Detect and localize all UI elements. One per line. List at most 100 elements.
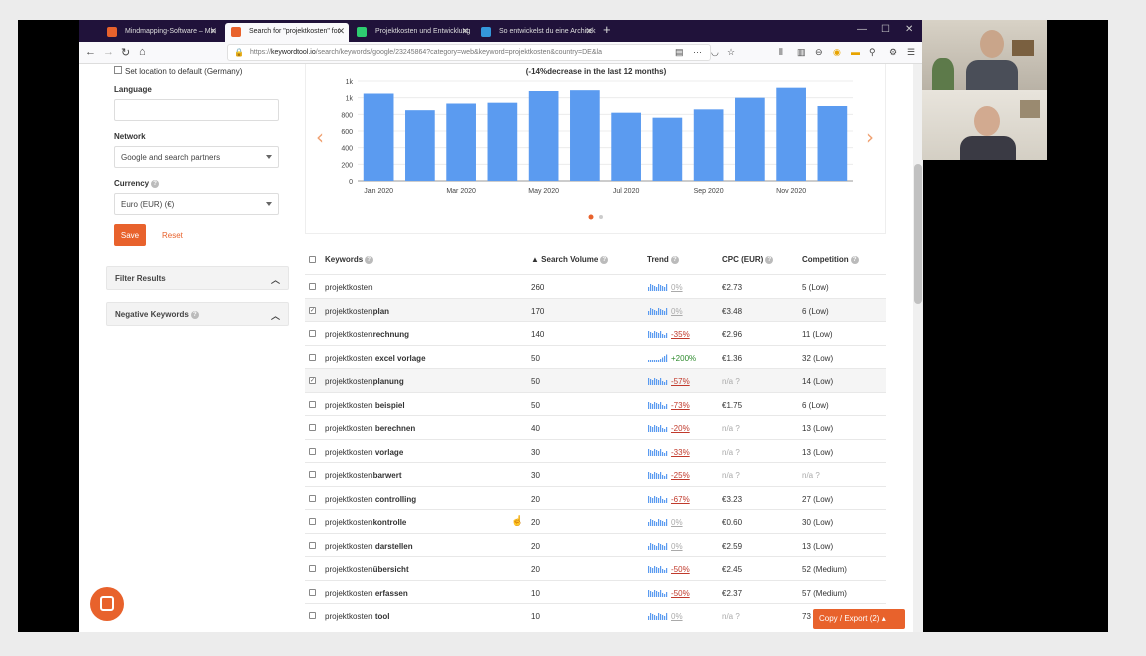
- table-row[interactable]: ✓ projektkostenplan 170 0% €3.48 6 (Low): [305, 297, 886, 321]
- sparkline-bar: [664, 593, 666, 597]
- row-checkbox[interactable]: [309, 541, 316, 549]
- tab-projektkosten[interactable]: Projektkosten und Entwicklung ✕: [351, 23, 473, 42]
- select-all-checkbox[interactable]: [309, 256, 316, 263]
- table-row[interactable]: projektkosten erfassen 10 -50% €2.37 57 (Med…: [305, 579, 886, 604]
- currency-select[interactable]: Euro (EUR) (€): [114, 193, 279, 215]
- sidebar-icon[interactable]: ▥: [797, 47, 806, 58]
- language-input[interactable]: [114, 99, 279, 121]
- reload-icon[interactable]: ↻: [121, 46, 130, 59]
- row-checkbox[interactable]: [309, 353, 316, 361]
- extensions-icon[interactable]: ⚙: [889, 47, 897, 58]
- row-checkbox[interactable]: ✓: [309, 377, 316, 384]
- trend-value[interactable]: -25%: [671, 471, 690, 480]
- help-icon[interactable]: ?: [765, 255, 774, 264]
- trend-value[interactable]: 0%: [671, 307, 683, 316]
- table-row[interactable]: projektkostenübersicht 20 -50% €2.45 52 (Med…: [305, 556, 886, 580]
- trend-value[interactable]: 0%: [671, 518, 683, 527]
- save-button[interactable]: Save: [114, 224, 146, 246]
- more-icon[interactable]: ···: [693, 47, 702, 57]
- row-checkbox[interactable]: [309, 400, 316, 408]
- row-checkbox[interactable]: [309, 447, 316, 455]
- scrollbar-thumb[interactable]: [914, 164, 922, 304]
- maximize-icon[interactable]: ☐: [881, 24, 890, 35]
- sparkline-bar: [666, 474, 668, 479]
- row-checkbox[interactable]: [309, 565, 316, 572]
- trend-value[interactable]: -57%: [671, 377, 690, 386]
- home-icon[interactable]: ⌂: [139, 46, 146, 58]
- network-select[interactable]: Google and search partners: [114, 146, 279, 168]
- row-checkbox[interactable]: ✓: [309, 306, 316, 314]
- table-row[interactable]: projektkosten darstellen 20 0% €2.59 13 (Low…: [305, 532, 886, 557]
- forward-icon[interactable]: →: [103, 46, 114, 58]
- pocket-icon[interactable]: ◡: [711, 47, 719, 58]
- negative-keywords-panel[interactable]: Negative Keywords? ︿: [106, 302, 289, 326]
- help-icon[interactable]: ?: [670, 255, 679, 264]
- extension-icon[interactable]: ◉: [833, 47, 841, 58]
- trend-value[interactable]: 0%: [671, 542, 683, 551]
- close-icon[interactable]: ✕: [337, 26, 345, 37]
- chevron-right-icon: ›: [866, 125, 874, 149]
- reset-link[interactable]: Reset: [162, 231, 183, 240]
- help-icon[interactable]: ?: [190, 310, 199, 319]
- row-checkbox[interactable]: [309, 330, 316, 337]
- row-checkbox[interactable]: [309, 283, 316, 290]
- row-checkbox[interactable]: [309, 518, 316, 525]
- copy-export-button[interactable]: Copy / Export (2) ▴: [813, 609, 905, 629]
- tab-architektur[interactable]: So entwickelst du eine Architek ✕: [475, 23, 597, 42]
- close-icon[interactable]: ✕: [461, 26, 469, 37]
- row-checkbox[interactable]: [309, 424, 316, 431]
- trend-value[interactable]: 0%: [671, 612, 683, 621]
- table-row[interactable]: ✓ projektkostenplanung 50 -57% n/a ? 14 (Low): [305, 368, 886, 392]
- table-row[interactable]: projektkosten 260 0% €2.73 5 (Low): [305, 274, 886, 298]
- trend-value[interactable]: 0%: [671, 283, 683, 292]
- bar-jan-2020: [363, 93, 394, 181]
- tab-mindmapping[interactable]: Mindmapping-Software – Min ✕: [101, 23, 221, 42]
- sparkline-bar: [648, 522, 650, 526]
- help-icon[interactable]: ?: [600, 255, 609, 264]
- url-bar[interactable]: 🔒 https://keywordtool.io/search/keywords…: [227, 44, 711, 61]
- trend-value[interactable]: -20%: [671, 424, 690, 433]
- row-checkbox[interactable]: [309, 494, 316, 502]
- help-icon[interactable]: ?: [151, 179, 160, 188]
- window-close-icon[interactable]: ✕: [905, 24, 913, 35]
- new-tab-icon[interactable]: +: [603, 22, 611, 37]
- trend-value[interactable]: -35%: [671, 330, 690, 339]
- trend-value[interactable]: +200%: [671, 354, 696, 363]
- trend-value[interactable]: -50%: [671, 565, 690, 574]
- sparkline-bar: [656, 590, 658, 597]
- row-checkbox[interactable]: [309, 588, 316, 596]
- back-icon[interactable]: ←: [85, 46, 96, 58]
- trend-value[interactable]: -50%: [671, 589, 690, 598]
- account-icon[interactable]: ⊖: [815, 47, 823, 58]
- bookmark-star-icon[interactable]: ☆: [727, 47, 735, 58]
- extension2-icon[interactable]: ▬: [851, 47, 860, 57]
- row-checkbox[interactable]: [309, 471, 316, 478]
- menu-icon[interactable]: ☰: [907, 47, 915, 58]
- table-row[interactable]: projektkosten vorlage 30 -33% n/a ? 13 (Low): [305, 438, 886, 463]
- minimize-icon[interactable]: —: [857, 24, 867, 35]
- trend-value[interactable]: -73%: [671, 401, 690, 410]
- close-icon[interactable]: ✕: [585, 26, 593, 37]
- filter-results-panel[interactable]: Filter Results ︿: [106, 266, 289, 290]
- table-row[interactable]: projektkostenkontrolle 20 0% €0.60 30 (Low): [305, 509, 886, 533]
- table-row[interactable]: projektkostenrechnung 140 -35% €2.96 11 (Low…: [305, 321, 886, 345]
- sparkline-bar: [662, 357, 664, 362]
- table-row[interactable]: projektkosten controlling 20 -67% €3.23 27 (…: [305, 485, 886, 510]
- close-icon[interactable]: ✕: [209, 26, 217, 37]
- table-row[interactable]: projektkosten berechnen 40 -20% n/a ? 13 (Lo…: [305, 415, 886, 439]
- row-checkbox[interactable]: [309, 612, 316, 619]
- reader-view-icon[interactable]: ▤: [675, 47, 684, 58]
- location-default-checkbox[interactable]: [114, 66, 122, 74]
- help-icon[interactable]: ?: [850, 255, 859, 264]
- table-row[interactable]: projektkosten beispiel 50 -73% €1.75 6 (Low): [305, 391, 886, 416]
- trend-value[interactable]: -67%: [671, 495, 690, 504]
- library-icon[interactable]: ⫴: [779, 47, 783, 58]
- extension3-icon[interactable]: ⚲: [869, 47, 876, 58]
- table-row[interactable]: projektkosten excel vorlage 50 +200% €1.36 3…: [305, 344, 886, 369]
- table-row[interactable]: projektkosten tool 10 0% n/a ? 73: [305, 603, 886, 627]
- chat-widget-button[interactable]: [90, 587, 124, 621]
- help-icon[interactable]: ?: [365, 255, 374, 264]
- tab-keywordtool[interactable]: Search for "projektkosten" for ✕: [225, 23, 349, 42]
- trend-value[interactable]: -33%: [671, 448, 690, 457]
- table-row[interactable]: projektkostenbarwert 30 -25% n/a ? n/a ?: [305, 462, 886, 486]
